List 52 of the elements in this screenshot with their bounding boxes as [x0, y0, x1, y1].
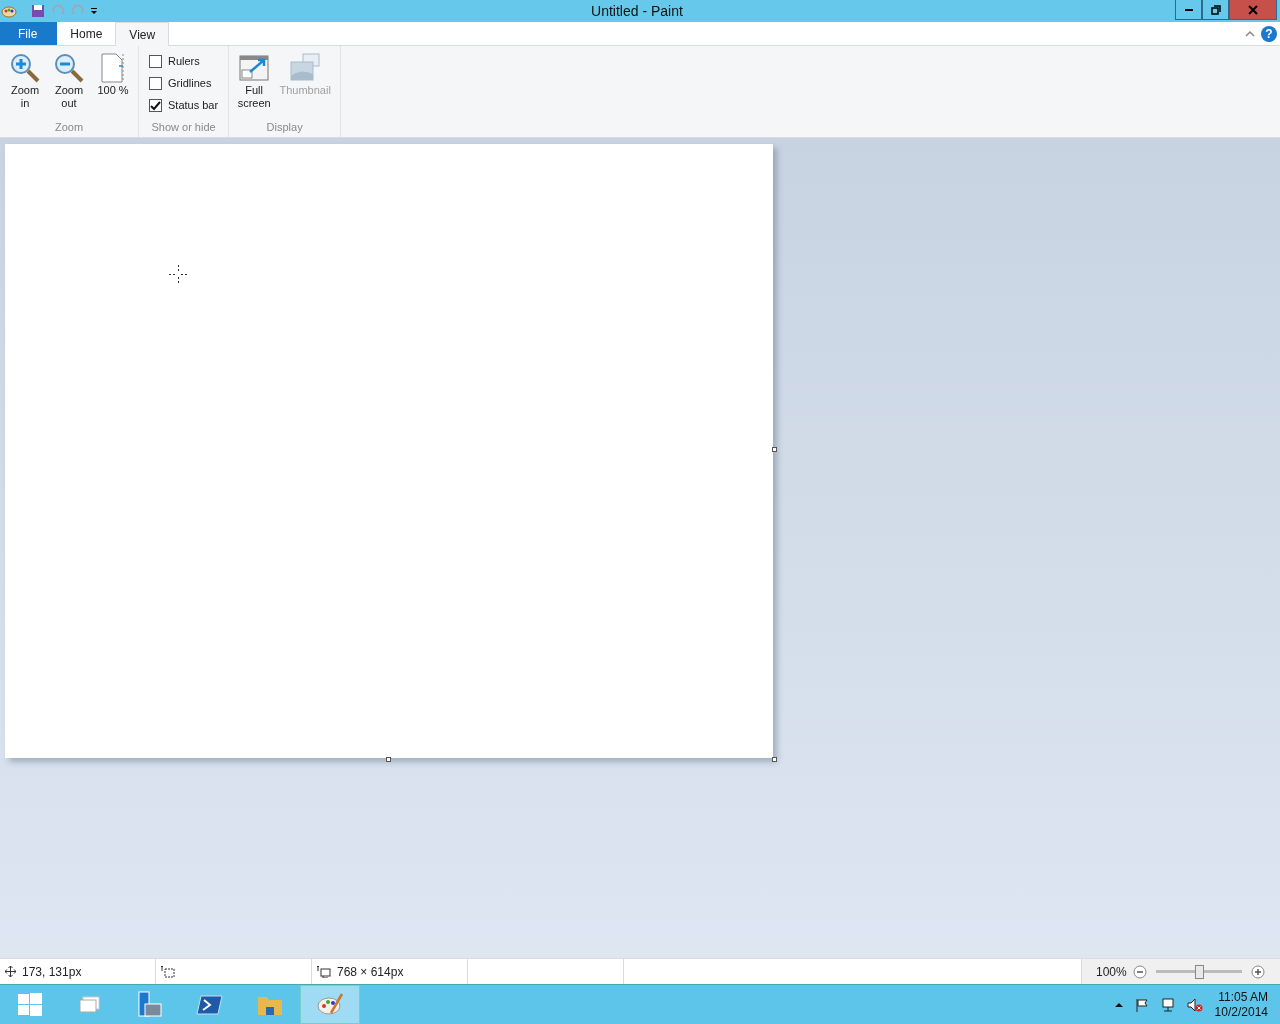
speaker-muted-icon[interactable] [1186, 997, 1203, 1012]
collapse-ribbon-icon[interactable] [1245, 29, 1255, 38]
file-menu-button[interactable]: File [0, 22, 58, 45]
flag-icon[interactable] [1134, 997, 1149, 1012]
minimize-icon [1184, 8, 1193, 11]
restore-button[interactable] [1202, 0, 1229, 20]
server-toolbox-icon [136, 990, 164, 1019]
restore-icon [1210, 4, 1221, 15]
show-hidden-icons-icon[interactable] [1114, 1001, 1123, 1008]
unchecked-checkbox[interactable] [149, 54, 162, 68]
crosshair-cursor-icon [169, 265, 188, 284]
save-icon[interactable] [31, 4, 45, 18]
zoom-out-icon[interactable] [1132, 964, 1147, 979]
close-button[interactable] [1229, 0, 1277, 20]
page-button[interactable]: 100 % [92, 50, 134, 119]
thumbnail-icon [289, 52, 322, 84]
resize-handle[interactable] [386, 757, 391, 762]
group-label: Show or hide [150, 119, 217, 135]
unchecked-checkbox[interactable] [149, 76, 162, 90]
checked-checkbox[interactable] [149, 98, 162, 112]
checkbox-label: Status bar [168, 97, 219, 113]
window-title: Untitled - Paint [590, 1, 684, 21]
image-size: 768 × 614px [337, 963, 404, 981]
checkbox-label: Gridlines [168, 75, 212, 91]
ribbon-tab[interactable]: View [115, 22, 170, 46]
zoom-level: 100% [1096, 963, 1127, 981]
cursor-position: 173, 131px [22, 963, 82, 981]
move-cursor-icon [5, 966, 16, 977]
image-size-icon [317, 965, 331, 978]
zoom-in-icon [9, 52, 41, 84]
customize-dropdown-icon[interactable] [89, 6, 99, 16]
resize-handle[interactable] [772, 447, 777, 452]
network-icon[interactable] [1160, 997, 1175, 1012]
help-button[interactable]: ? [1261, 25, 1277, 42]
group-label: Zoom [53, 119, 85, 135]
selection-size-icon [161, 965, 175, 978]
full-screen-button[interactable]: Full screen [233, 50, 276, 119]
slider-thumb[interactable] [1195, 964, 1205, 979]
paint-palette-icon[interactable] [1, 3, 17, 19]
zoom-in-button[interactable]: Zoom in [4, 50, 46, 119]
clock[interactable]: 11:05 AM 10/2/2014 [1214, 989, 1268, 1020]
resize-handle[interactable] [772, 757, 777, 762]
zoom-out-icon [53, 52, 85, 84]
zoom-out-button[interactable]: Zoom out [48, 50, 90, 119]
checkbox-label: Rulers [168, 53, 200, 69]
zoom-in-icon[interactable] [1250, 964, 1265, 979]
windows-logo-icon [16, 990, 44, 1019]
close-icon [1248, 4, 1258, 15]
group-label: Display [265, 119, 304, 135]
minimize-button[interactable] [1175, 0, 1202, 20]
full-screen-icon [238, 52, 271, 84]
taskbar-button[interactable] [300, 985, 360, 1024]
